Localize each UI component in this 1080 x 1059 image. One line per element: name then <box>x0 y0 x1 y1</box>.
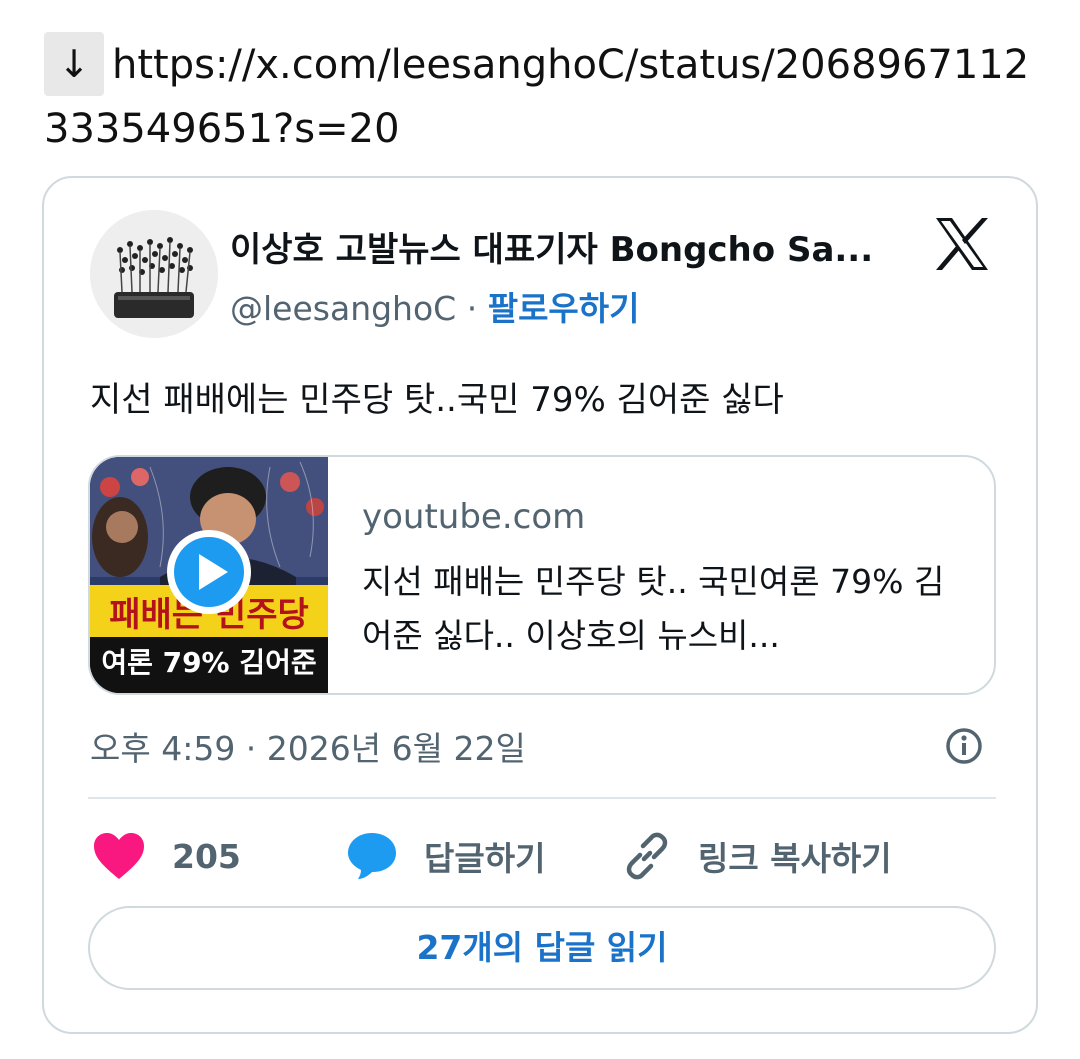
thumbnail-caption-2: 여론 79% 김어준 <box>101 646 317 679</box>
down-arrow-icon: ↓ <box>44 32 104 96</box>
author-name[interactable]: 이상호 고발뉴스 대표기자 Bongcho Sa... <box>230 222 920 271</box>
video-thumbnail[interactable]: 패배는 민주당 여론 79% 김어준 <box>90 457 328 693</box>
handle-line: @leesanghoC · 팔로우하기 <box>230 282 640 330</box>
avatar-image <box>90 210 218 338</box>
action-bar: 205 답글하기 링크 복사하기 <box>88 826 996 886</box>
tweet-text: 지선 패배에는 민주당 탓..국민 79% 김어준 싫다 <box>90 380 784 420</box>
play-icon[interactable] <box>166 529 252 615</box>
tweet-timestamp[interactable]: 오후 4:59 · 2026년 6월 22일 <box>90 722 526 770</box>
link-icon <box>626 832 668 880</box>
embedded-tweet-card[interactable]: 이상호 고발뉴스 대표기자 Bongcho Sa... @leesanghoC … <box>42 176 1038 1034</box>
url-text-line[interactable]: ↓ https://x.com/leesanghoC/status/2068967… <box>44 32 1044 160</box>
separator-dot: · <box>466 289 478 328</box>
divider <box>88 797 996 799</box>
heart-icon <box>94 833 144 879</box>
copy-link-button[interactable]: 링크 복사하기 <box>622 826 892 886</box>
author-handle[interactable]: @leesanghoC <box>230 289 456 328</box>
tweet-url[interactable]: https://x.com/leesanghoC/status/20689671… <box>44 42 1029 152</box>
x-logo-icon[interactable] <box>932 214 992 274</box>
like-button[interactable]: 205 <box>92 826 241 886</box>
link-preview-card[interactable]: 패배는 민주당 여론 79% 김어준 youtube.com 지선 패배는 민주… <box>88 455 996 695</box>
avatar[interactable] <box>90 210 218 338</box>
link-title: 지선 패배는 민주당 탓.. 국민여론 79% 김어준 싫다.. 이상호의 뉴스… <box>362 562 945 655</box>
reply-button[interactable]: 답글하기 <box>346 826 545 886</box>
like-count: 205 <box>172 836 241 876</box>
copy-link-label: 링크 복사하기 <box>698 839 892 878</box>
read-replies-button[interactable]: 27개의 답글 읽기 <box>88 906 996 990</box>
reply-label: 답글하기 <box>424 839 546 878</box>
link-domain: youtube.com <box>362 497 586 537</box>
follow-button[interactable]: 팔로우하기 <box>488 289 640 328</box>
speech-bubble-icon <box>348 833 396 879</box>
info-icon[interactable] <box>944 726 984 766</box>
